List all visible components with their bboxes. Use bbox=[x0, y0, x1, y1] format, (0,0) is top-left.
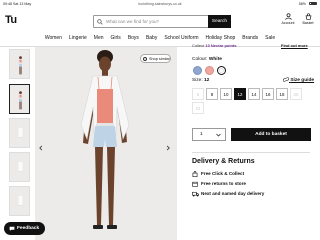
quantity-select[interactable]: 1 bbox=[192, 128, 226, 141]
shop-similar-icon bbox=[143, 57, 147, 61]
basket-link[interactable]: Basket bbox=[299, 13, 317, 25]
colour-label: Colour: White bbox=[192, 57, 222, 62]
thumbnail-image bbox=[17, 127, 24, 138]
shop-similar-label: Shop similar bbox=[149, 57, 170, 61]
search-input[interactable]: What can we find for you? bbox=[106, 19, 159, 24]
size-option-18[interactable]: 18 bbox=[276, 88, 288, 100]
account-label: Account bbox=[281, 21, 295, 25]
search-box[interactable]: What can we find for you? Search bbox=[93, 15, 231, 28]
size-option-8[interactable]: 8 bbox=[206, 88, 218, 100]
feedback-label: Feedback bbox=[17, 226, 40, 231]
size-option-12-selected[interactable]: 12 bbox=[234, 88, 246, 100]
feedback-icon bbox=[9, 226, 15, 231]
basket-label: Basket bbox=[302, 21, 314, 25]
size-option-10[interactable]: 10 bbox=[220, 88, 232, 100]
feedback-button[interactable]: Feedback bbox=[4, 222, 45, 235]
thumbnail-image bbox=[17, 195, 24, 206]
thumbnail-image bbox=[18, 56, 23, 75]
shop-similar-button[interactable]: Shop similar bbox=[140, 54, 171, 63]
account-link[interactable]: Account bbox=[279, 13, 297, 25]
thumbnail-image bbox=[17, 161, 24, 172]
nav-item-boys[interactable]: Boys bbox=[128, 35, 139, 45]
size-option-14[interactable]: 14 bbox=[248, 88, 260, 100]
add-to-basket-button[interactable]: Add to basket bbox=[231, 128, 311, 141]
address-bar-url[interactable]: tuclothing.sainsburys.co.uk bbox=[0, 2, 320, 6]
delivery-truck-icon bbox=[192, 191, 199, 196]
nav-item-women[interactable]: Women bbox=[45, 35, 62, 45]
nav-item-brands[interactable]: Brands bbox=[242, 35, 258, 45]
product-image[interactable] bbox=[35, 47, 177, 240]
thumbnail-5[interactable] bbox=[9, 186, 30, 216]
size-option-6[interactable]: 6 bbox=[192, 88, 204, 100]
status-right: 58% bbox=[299, 2, 317, 6]
next-image-arrow-icon[interactable] bbox=[165, 145, 171, 151]
size-option-16[interactable]: 16 bbox=[262, 88, 274, 100]
search-button[interactable]: Search bbox=[208, 15, 231, 28]
colour-swatch-blue[interactable] bbox=[193, 66, 202, 75]
main-nav: Women Lingerie Men Girls Boys Baby Schoo… bbox=[0, 35, 320, 45]
quantity-value: 1 bbox=[200, 132, 203, 137]
colour-swatch-pink[interactable] bbox=[205, 66, 214, 75]
search-icon bbox=[97, 18, 103, 25]
nav-item-men[interactable]: Men bbox=[94, 35, 104, 45]
chevron-down-icon bbox=[216, 133, 221, 137]
size-guide-link[interactable]: Size guide bbox=[282, 77, 314, 83]
thumbnail-image bbox=[18, 91, 23, 110]
find-out-more-link[interactable]: Find out more bbox=[281, 43, 308, 48]
tu-logo[interactable]: Tu bbox=[5, 14, 17, 26]
status-bar: 09:48 Sat 13 May tuclothing.sainsburys.c… bbox=[0, 0, 320, 8]
battery-percent: 58% bbox=[298, 1, 306, 6]
nav-item-sale[interactable]: Sale bbox=[265, 35, 275, 45]
shopping-bag-icon bbox=[192, 170, 198, 177]
nav-item-lingerie[interactable]: Lingerie bbox=[69, 35, 87, 45]
thumbnail-2-selected[interactable] bbox=[9, 84, 30, 114]
ruler-icon bbox=[282, 77, 290, 82]
size-label: Size: 12 bbox=[192, 78, 210, 83]
thumbnail-4[interactable] bbox=[9, 152, 30, 182]
colour-swatch-white-selected[interactable] bbox=[217, 66, 226, 75]
model-figure bbox=[80, 50, 130, 229]
basket-icon bbox=[305, 13, 311, 20]
nav-item-girls[interactable]: Girls bbox=[111, 35, 121, 45]
account-icon bbox=[284, 13, 292, 20]
nectar-points-text: Collect 10 Nectar points bbox=[192, 43, 237, 48]
size-option-20[interactable]: 20 bbox=[290, 88, 302, 100]
section-divider bbox=[192, 152, 310, 153]
thumbnail-1[interactable] bbox=[9, 49, 30, 79]
delivery-returns-heading: Delivery & Returns bbox=[192, 158, 255, 165]
thumbnail-3[interactable] bbox=[9, 118, 30, 148]
previous-image-arrow-icon[interactable] bbox=[38, 145, 44, 151]
nav-item-baby[interactable]: Baby bbox=[146, 35, 157, 45]
return-box-icon bbox=[192, 181, 198, 187]
battery-icon bbox=[309, 1, 317, 6]
size-option-22[interactable]: 22 bbox=[192, 102, 204, 114]
